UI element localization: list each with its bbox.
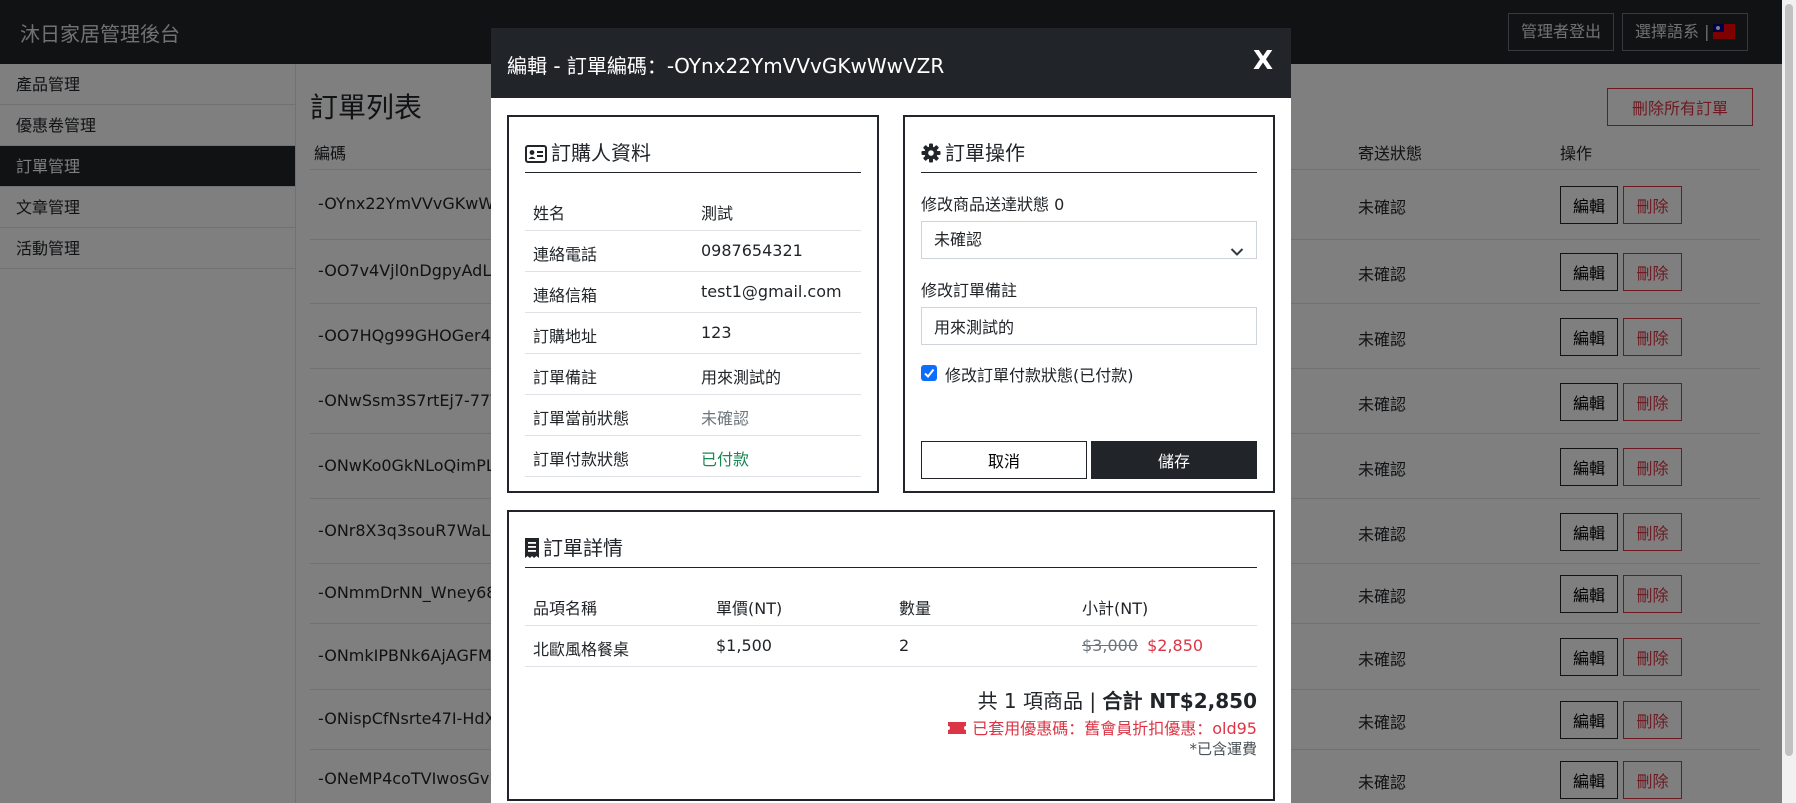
delivery-status-select[interactable]: 未確認: [921, 221, 1257, 259]
buyer-row-address: 訂購地址 123: [525, 313, 861, 354]
order-ops-heading: 訂單操作: [921, 137, 1257, 173]
receipt-icon: [525, 538, 539, 563]
buyer-value: 用來測試的: [701, 368, 782, 387]
buyer-label: 連絡信箱: [533, 286, 598, 305]
detail-header-qty: 數量: [899, 599, 932, 618]
id-card-icon: [525, 144, 547, 168]
buyer-row-phone: 連絡電話 0987654321: [525, 231, 861, 272]
cancel-button[interactable]: 取消: [921, 441, 1087, 479]
gear-icon: [921, 143, 941, 168]
order-status-value: 未確認: [701, 409, 750, 428]
page-scrollbar[interactable]: [1782, 0, 1796, 803]
delivery-status-value: 未確認: [934, 230, 983, 249]
buyer-label: 姓名: [533, 204, 566, 223]
coupon-applied-line: 已套用優惠碼：舊會員折扣優惠：old95: [947, 715, 1257, 739]
order-ops-card: 訂單操作 修改商品送達狀態 0 未確認 修改訂單備註 修改訂單付款狀態(已付款)…: [903, 115, 1275, 493]
buyer-value: 0987654321: [701, 241, 803, 260]
buyer-row-payment: 訂單付款狀態 已付款: [525, 436, 861, 477]
detail-header-price: 單價(NT): [716, 599, 783, 618]
ticket-icon: [947, 719, 967, 738]
buyer-info-heading: 訂購人資料: [525, 137, 861, 173]
order-total-line: 共 1 項商品 | 合計 NT$2,850: [978, 685, 1257, 714]
buyer-value: 123: [701, 323, 732, 342]
chevron-down-icon: [1230, 234, 1244, 270]
buyer-label: 連絡電話: [533, 245, 598, 264]
buyer-info-card: 訂購人資料 姓名 測試 連絡電話 0987654321 連絡信箱 test1@gmai…: [507, 115, 879, 493]
coupon-text: 已套用優惠碼：舊會員折扣優惠：old95: [972, 719, 1257, 738]
order-total: 合計 NT$2,850: [1102, 689, 1257, 713]
paid-status-checkbox[interactable]: [921, 365, 937, 381]
order-detail-title: 訂單詳情: [543, 536, 623, 560]
edit-order-modal: 編輯 - 訂單編碼：-OYnx22YmVVvGKwWwVZR X 訂購人資料 姓…: [491, 28, 1291, 803]
buyer-label: 訂購地址: [533, 327, 598, 346]
item-discounted-subtotal: $2,850: [1147, 636, 1204, 655]
order-detail-heading: 訂單詳情: [525, 532, 1257, 568]
detail-item-row: 北歐風格餐桌 $1,500 2 $3,000 $2,850: [525, 626, 1257, 667]
buyer-row-name: 姓名 測試: [525, 190, 861, 231]
modal-title: 編輯 - 訂單編碼：-OYnx22YmVVvGKwWwVZR: [507, 54, 945, 78]
buyer-label: 訂單備註: [533, 368, 598, 387]
payment-status-value: 已付款: [701, 450, 750, 469]
buyer-row-email: 連絡信箱 test1@gmail.com: [525, 272, 861, 313]
item-price: $1,500: [716, 636, 772, 655]
scrollbar-thumb[interactable]: [1785, 4, 1793, 756]
close-modal-button[interactable]: X: [1253, 46, 1273, 76]
modal-header: 編輯 - 訂單編碼：-OYnx22YmVVvGKwWwVZR X: [491, 28, 1291, 98]
buyer-label: 訂單付款狀態: [533, 450, 630, 469]
item-qty: 2: [899, 636, 910, 655]
order-ops-title: 訂單操作: [945, 141, 1025, 165]
item-count-text: 共 1 項商品 |: [977, 689, 1097, 713]
order-note-input[interactable]: [921, 307, 1257, 345]
paid-status-label[interactable]: 修改訂單付款狀態(已付款): [945, 362, 1134, 386]
buyer-row-status: 訂單當前狀態 未確認: [525, 395, 861, 436]
item-original-subtotal: $3,000: [1082, 636, 1138, 655]
detail-header-subtotal: 小計(NT): [1082, 599, 1149, 618]
detail-header-name: 品項名稱: [533, 599, 598, 618]
buyer-value: 測試: [701, 204, 734, 223]
shipping-note: *已含運費: [1189, 740, 1257, 758]
delivery-status-label: 修改商品送達狀態 0: [921, 195, 1065, 214]
buyer-label: 訂單當前狀態: [533, 409, 630, 428]
order-note-label: 修改訂單備註: [921, 281, 1018, 300]
buyer-row-note: 訂單備註 用來測試的: [525, 354, 861, 395]
detail-table-header: 品項名稱 單價(NT) 數量 小計(NT): [525, 585, 1257, 626]
buyer-value: test1@gmail.com: [701, 282, 842, 301]
item-name: 北歐風格餐桌: [533, 640, 630, 659]
order-detail-card: 訂單詳情 品項名稱 單價(NT) 數量 小計(NT) 北歐風格餐桌 $1,500…: [507, 510, 1275, 801]
buyer-info-title: 訂購人資料: [551, 141, 651, 165]
save-button[interactable]: 儲存: [1091, 441, 1257, 479]
